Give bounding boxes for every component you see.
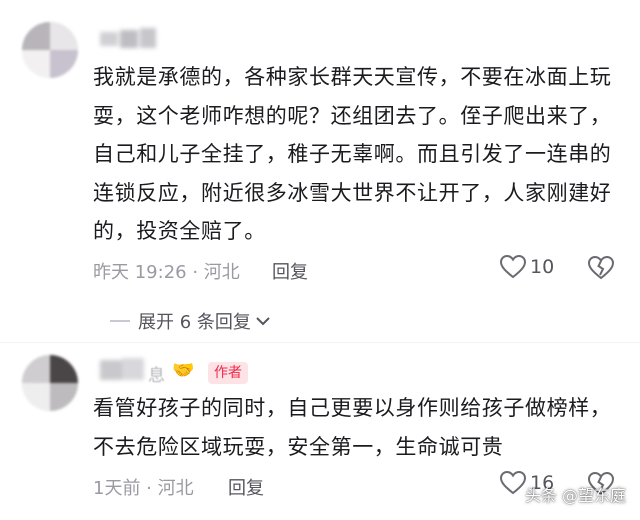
reply-button[interactable]: 回复 — [272, 258, 308, 284]
expand-line — [110, 320, 130, 322]
watermark: 头条 @望东庭 — [524, 486, 626, 505]
avatar[interactable] — [22, 22, 78, 78]
chevron-down-icon — [256, 317, 270, 326]
expand-replies-button[interactable]: 展开 6 条回复 — [110, 308, 271, 334]
comment-text: 我就是承德的，各种家长群天天宣传，不要在冰面上玩耍，这个老师咋想的呢？还组团去了… — [93, 65, 612, 243]
heart-icon — [500, 255, 526, 279]
divider — [0, 342, 640, 343]
handshake-icon: 🤝 — [172, 360, 195, 381]
dislike-icon[interactable] — [588, 256, 614, 280]
expand-replies-label: 展开 6 条回复 — [138, 312, 251, 333]
username-partial: 息 — [148, 366, 165, 386]
comment-text: 看管好孩子的同时，自己更要以身作则给孩子做榜样，不去危险区域玩耍，安全第一，生命… — [93, 396, 612, 459]
reply-button[interactable]: 回复 — [228, 474, 264, 500]
avatar[interactable] — [22, 355, 78, 411]
comment-time-location: 昨天 19:26 · 河北 — [93, 262, 240, 283]
comment-time-location: 1天前 · 河北 — [93, 478, 194, 499]
author-badge: 作者 — [208, 362, 248, 384]
username-blurred[interactable] — [100, 28, 160, 50]
heart-icon — [500, 471, 526, 495]
like-button[interactable]: 10 — [500, 255, 554, 279]
username-blurred[interactable] — [100, 358, 146, 382]
like-count: 10 — [530, 256, 555, 278]
